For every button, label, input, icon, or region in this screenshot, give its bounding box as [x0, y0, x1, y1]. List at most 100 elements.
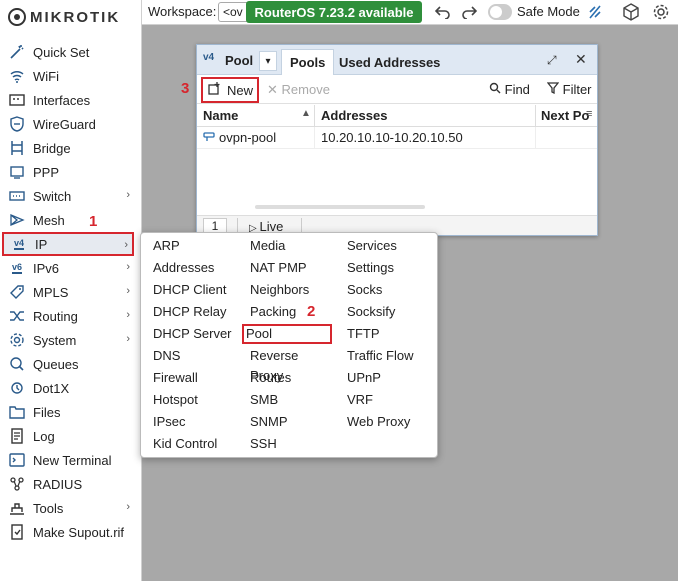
ip-menu-item-web-proxy[interactable]: Web Proxy	[343, 412, 431, 432]
redo-icon[interactable]	[460, 3, 478, 21]
connection-icon[interactable]	[586, 3, 604, 21]
sidebar-item-dot1x[interactable]: Dot1X	[2, 376, 134, 400]
ip-menu-item-tftp[interactable]: TFTP	[343, 324, 431, 344]
sidebar-item-make-supout-rif[interactable]: Make Supout.rif	[2, 520, 134, 544]
sidebar-item-wireguard[interactable]: WireGuard	[2, 112, 134, 136]
filter-icon	[546, 82, 563, 97]
sidebar-item-ip[interactable]: v4 IP ›	[2, 232, 134, 256]
sort-asc-icon[interactable]: ▲	[301, 108, 311, 119]
ip-menu-item-pool[interactable]: Pool	[242, 324, 332, 344]
ip-menu-item-hotspot[interactable]: Hotspot	[149, 390, 237, 410]
search-icon	[489, 82, 505, 97]
ip-menu-item-ssh[interactable]: SSH	[246, 434, 334, 454]
ip-menu-item-smb[interactable]: SMB	[246, 390, 334, 410]
sidebar-item-mesh[interactable]: Mesh	[2, 208, 134, 232]
ip-menu-item-traffic-flow[interactable]: Traffic Flow	[343, 346, 431, 366]
ip-submenu: ARP Addresses DHCP Client DHCP Relay DHCP Se…	[140, 232, 438, 458]
sidebar-item-routing[interactable]: Routing ›	[2, 304, 134, 328]
sidebar-item-label: PPP	[33, 164, 60, 180]
update-available-badge[interactable]: RouterOS 7.23.2 available	[246, 1, 422, 23]
ip-menu-item-reverse-proxy[interactable]: Reverse Proxy	[246, 346, 334, 383]
ip-menu-item-dhcp-relay[interactable]: DHCP Relay	[149, 302, 237, 322]
sidebar-item-label: MPLS	[33, 284, 69, 300]
sidebar-item-label: System	[33, 332, 77, 348]
supout-icon	[7, 523, 27, 541]
sidebar-item-bridge[interactable]: Bridge	[2, 136, 134, 160]
chevron-down-icon[interactable]: ▾	[259, 51, 277, 71]
new-button[interactable]: New	[201, 77, 259, 103]
sidebar-item-radius[interactable]: RADIUS	[2, 472, 134, 496]
sidebar-item-tools[interactable]: Tools ›	[2, 496, 134, 520]
step-marker-2: 2	[307, 303, 316, 320]
ip-menu-item-dhcp-server[interactable]: DHCP Server	[149, 324, 237, 344]
ip-menu-item-settings[interactable]: Settings	[343, 258, 431, 278]
safe-mode-toggle[interactable]	[488, 4, 512, 20]
chevron-right-icon: ›	[126, 261, 130, 273]
tab-used-addresses[interactable]: Used Addresses	[331, 49, 448, 75]
ip-menu-item-arp[interactable]: ARP	[149, 236, 237, 256]
column-header-addresses[interactable]: Addresses	[321, 108, 387, 123]
ip-menu-item-vrf[interactable]: VRF	[343, 390, 431, 410]
filter-button[interactable]: Filter	[546, 82, 592, 97]
column-header-next-pool[interactable]: Next Po	[541, 108, 589, 123]
ip-menu-item-packing[interactable]: Packing	[246, 302, 334, 322]
chevron-right-icon: ›	[126, 285, 130, 297]
ip-menu-item-snmp[interactable]: SNMP	[246, 412, 334, 432]
sidebar-item-log[interactable]: Log	[2, 424, 134, 448]
sidebar-item-files[interactable]: Files	[2, 400, 134, 424]
sidebar-item-new-terminal[interactable]: New Terminal	[2, 448, 134, 472]
ip-menu-item-kid-control[interactable]: Kid Control	[149, 434, 237, 454]
log-icon	[7, 427, 27, 445]
sidebar-item-wifi[interactable]: WiFi	[2, 64, 134, 88]
sidebar-item-label: Switch	[33, 188, 72, 204]
ip-menu-item-dhcp-client[interactable]: DHCP Client	[149, 280, 237, 300]
ip-menu-item-dns[interactable]: DNS	[149, 346, 237, 366]
step-marker-1: 1	[89, 213, 98, 230]
ip-menu-item-media[interactable]: Media	[246, 236, 334, 256]
ip-menu-item-ipsec[interactable]: IPsec	[149, 412, 237, 432]
ip-menu-item-firewall[interactable]: Firewall	[149, 368, 237, 388]
column-menu-icon[interactable]: ≡	[586, 108, 592, 120]
chevron-right-icon: ›	[126, 189, 130, 201]
sidebar-item-label: IP	[35, 236, 48, 252]
sidebar-item-ppp[interactable]: PPP	[2, 160, 134, 184]
remove-icon: ✕	[267, 82, 282, 97]
sidebar-item-quick-set[interactable]: Quick Set	[2, 40, 134, 64]
sidebar-item-switch[interactable]: Switch ›	[2, 184, 134, 208]
ip-menu-item-neighbors[interactable]: Neighbors	[246, 280, 334, 300]
sidebar-item-system[interactable]: System ›	[2, 328, 134, 352]
undo-icon[interactable]	[434, 3, 452, 21]
tab-pools[interactable]: Pools	[281, 49, 335, 75]
horizontal-scrollbar[interactable]	[255, 205, 425, 209]
sidebar-item-interfaces[interactable]: Interfaces	[2, 88, 134, 112]
expand-icon[interactable]: ⤢	[547, 53, 557, 68]
filter-button-label: Filter	[562, 82, 592, 97]
remove-button-label: Remove	[281, 82, 330, 97]
radius-icon	[7, 475, 27, 493]
pool-name-cell: ovpn-pool	[219, 130, 277, 145]
sidebar-item-ipv6[interactable]: v6 IPv6 ›	[2, 256, 134, 280]
wifi-icon	[7, 67, 27, 85]
ip-menu-item-socks[interactable]: Socks	[343, 280, 431, 300]
pool-window-titlebar[interactable]: v4 Pool ▾ Pools Used Addresses ⤢ ✕	[197, 45, 597, 75]
mikrotik-logo: MIKROTIK	[8, 6, 120, 28]
settings-gear-icon[interactable]	[652, 3, 670, 21]
ip-menu-item-routes[interactable]: Routes	[246, 368, 334, 388]
ip-menu-item-services[interactable]: Services	[343, 236, 431, 256]
ip-menu-item-addresses[interactable]: Addresses	[149, 258, 237, 278]
sidebar-item-label: Make Supout.rif	[33, 524, 125, 540]
remove-button[interactable]: ✕ Remove	[267, 82, 330, 98]
sidebar-item-queues[interactable]: Queues	[2, 352, 134, 376]
table-row[interactable]: ovpn-pool 10.20.10.10-10.20.10.50	[197, 127, 597, 149]
terminal-icon	[7, 451, 27, 469]
ip-menu-item-nat-pmp[interactable]: NAT PMP	[246, 258, 334, 278]
sidebar-item-mpls[interactable]: MPLS ›	[2, 280, 134, 304]
step-marker-3: 3	[181, 80, 190, 97]
package-icon[interactable]	[622, 3, 640, 21]
find-button[interactable]: Find	[489, 82, 530, 97]
new-item-icon	[208, 82, 221, 98]
ip-menu-item-socksify[interactable]: Socksify	[343, 302, 431, 322]
ip-menu-item-upnp[interactable]: UPnP	[343, 368, 431, 388]
close-icon[interactable]: ✕	[575, 51, 587, 68]
column-header-name[interactable]: Name	[203, 108, 238, 123]
